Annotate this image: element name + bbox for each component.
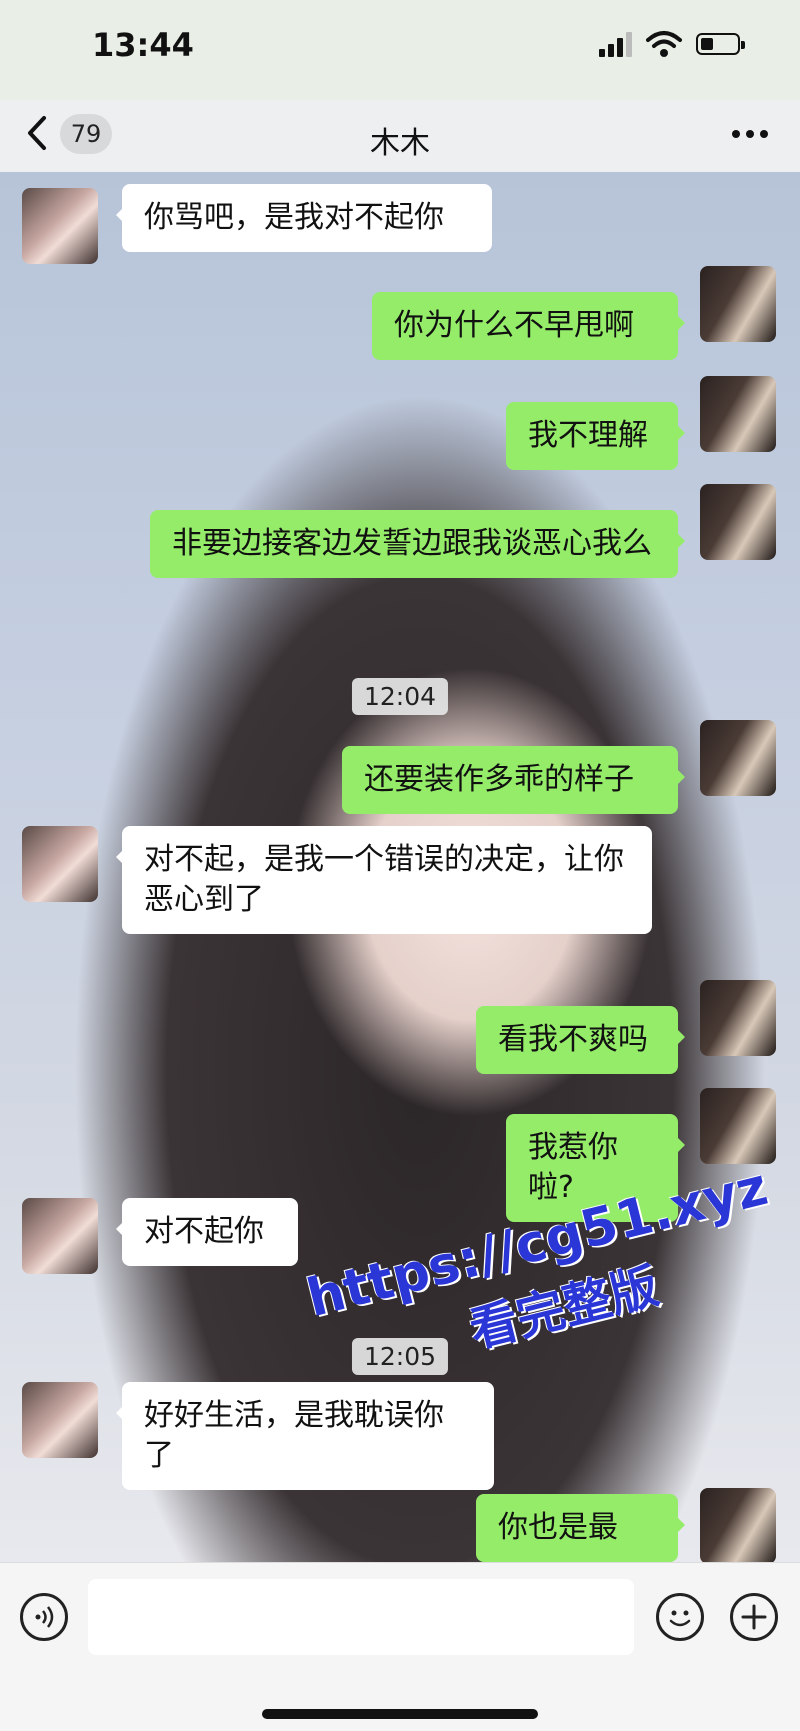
message-bubble[interactable]: 你为什么不早甩啊 [372,292,685,360]
more-options-button[interactable] [730,108,770,157]
contact-avatar[interactable] [22,1382,98,1458]
message-bubble[interactable]: 对不起你 [116,1198,298,1266]
message-bubble[interactable]: 好好生活，是我耽误你了 [116,1382,494,1490]
message-bubble[interactable]: 看我不爽吗 [476,1006,685,1074]
my-avatar[interactable] [700,266,776,342]
contact-avatar[interactable] [22,188,98,264]
my-avatar[interactable] [700,980,776,1056]
chat-title: 木木 [370,126,430,161]
status-icons [599,30,745,58]
chat-header: 79 木木 [0,100,800,172]
message-bubble[interactable]: 我不理解 [506,402,685,470]
voice-icon [35,1606,54,1628]
more-dots-icon [732,130,768,138]
my-avatar[interactable] [700,720,776,796]
battery-icon [696,33,745,55]
message-input[interactable] [88,1579,634,1655]
message-bubble[interactable]: 还要装作多乖的样子 [342,746,685,814]
chat-message-area[interactable]: 你骂吧，是我对不起你 你为什么不早甩啊 我不理解 非要边接客边发誓边跟我谈恶心我… [0,172,800,1562]
battery-level [701,38,713,50]
status-time: 13:44 [92,26,194,64]
input-bar [0,1562,800,1731]
contact-avatar[interactable] [22,1198,98,1274]
voice-input-button[interactable] [20,1593,68,1641]
my-avatar[interactable] [700,376,776,452]
status-bar: 13:44 [0,0,800,100]
message-bubble[interactable]: 对不起，是我一个错误的决定，让你恶心到了 [116,826,652,934]
my-avatar[interactable] [700,1488,776,1562]
smiley-icon [669,1610,691,1627]
emoji-button[interactable] [656,1593,704,1641]
my-avatar[interactable] [700,1088,776,1164]
timestamp: 12:04 [351,678,449,715]
plus-icon [741,1604,767,1630]
my-avatar[interactable] [700,484,776,560]
message-bubble[interactable]: 你也是最 [476,1494,685,1562]
message-bubble[interactable]: 你骂吧，是我对不起你 [116,184,492,252]
message-bubble[interactable]: 非要边接客边发誓边跟我谈恶心我么 [150,510,685,578]
wifi-icon [646,31,682,57]
cellular-signal-icon [599,31,632,57]
contact-avatar[interactable] [22,826,98,902]
more-functions-button[interactable] [730,1593,778,1641]
home-indicator [262,1709,538,1719]
